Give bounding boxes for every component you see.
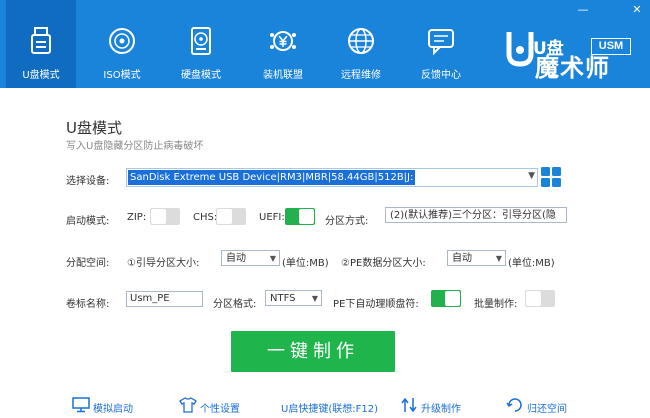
restore-space-link[interactable]: 归还空间 (506, 396, 576, 416)
yen-coin-icon (270, 31, 296, 51)
pe-size-select[interactable]: 自动 ▼ (447, 250, 506, 266)
tab-hard-disk-mode[interactable]: 硬盘模式 (166, 0, 236, 88)
uefi-label: UEFI: (259, 212, 285, 223)
partition-scheme-value: (2)(默认推荐)三个分区：引导分区(隐 (390, 210, 556, 221)
close-button[interactable]: ✕ (630, 4, 644, 16)
pe-size-unit: (单位:MB) (508, 258, 555, 269)
batch-make-label: 批量制作: (474, 299, 518, 310)
tab-label: 远程维修 (341, 70, 381, 81)
restore-icon (506, 398, 522, 412)
chs-toggle[interactable] (216, 208, 246, 225)
hard-disk-icon (191, 27, 211, 55)
tab-feedback-center[interactable]: 反馈中心 (406, 0, 476, 88)
logo-mark-icon (506, 32, 534, 67)
usb-drive-icon (31, 27, 51, 54)
chevron-down-icon: ▼ (495, 254, 502, 263)
tab-label: 硬盘模式 (181, 70, 221, 81)
batch-make-toggle[interactable] (525, 290, 555, 307)
alloc-label: 分配空间: (66, 258, 110, 269)
tab-label: ISO模式 (103, 70, 141, 81)
top-toolbar: — ✕ U盘模式 ISO模式 硬盘模式 装机联盟 远程维修 反馈中心 U盘 US… (0, 0, 650, 88)
auto-drive-letter-label: PE下自动理顺盘符: (333, 299, 419, 310)
page-title: U盘模式 (66, 119, 122, 137)
device-select-value: SanDisk Extreme USB Device|RM3|MBR|58.44… (128, 170, 416, 185)
chs-label: CHS: (193, 212, 218, 223)
shortcut-key-label: U启快捷键(联想:F12) (281, 404, 378, 415)
simulate-boot-label: 模拟启动 (93, 404, 133, 415)
tshirt-icon (179, 397, 197, 413)
device-label: 选择设备: (66, 176, 110, 187)
volume-label-label: 卷标名称: (66, 299, 110, 310)
auto-drive-letter-toggle[interactable] (431, 290, 461, 307)
tab-remote-repair[interactable]: 远程维修 (326, 0, 396, 88)
page-subtitle: 写入U盘隐藏分区防止病毒破坏 (66, 141, 204, 152)
simulate-boot-link[interactable]: 模拟启动 (72, 396, 142, 416)
one-click-make-button[interactable]: 一键制作 (231, 331, 395, 372)
volume-label-value: Usm_PE (130, 293, 170, 304)
format-value: NTFS (270, 293, 296, 304)
boot-mode-label: 启动模式: (66, 216, 110, 227)
grid-icon[interactable] (541, 167, 561, 187)
shortcut-key-link[interactable]: U启快捷键(联想:F12) (281, 396, 381, 416)
upgrade-arrows-icon (401, 397, 417, 413)
personalize-link[interactable]: 个性设置 (179, 396, 249, 416)
partition-scheme-label: 分区方式: (325, 216, 369, 227)
partition-scheme-select[interactable]: (2)(默认推荐)三个分区：引导分区(隐 (385, 207, 567, 223)
tab-label: 反馈中心 (421, 70, 461, 81)
boot-size-unit: (单位:MB) (282, 258, 329, 269)
chevron-down-icon: ▼ (528, 171, 535, 181)
tab-label: 装机联盟 (263, 70, 303, 81)
minimize-button[interactable]: — (576, 4, 590, 16)
personalize-label: 个性设置 (200, 404, 240, 415)
logo-name: 魔术师 (535, 54, 610, 82)
globe-icon (348, 28, 374, 54)
zip-label: ZIP: (127, 212, 147, 223)
zip-toggle[interactable] (150, 208, 180, 225)
boot-size-value: 自动 (226, 253, 246, 264)
restore-space-label: 归还空间 (527, 404, 567, 415)
device-select[interactable]: SanDisk Extreme USB Device|RM3|MBR|58.44… (126, 168, 538, 187)
upgrade-make-label: 升级制作 (421, 404, 461, 415)
volume-label-input[interactable]: Usm_PE (126, 291, 203, 307)
pe-size-label: ②PE数据分区大小: (341, 258, 426, 269)
tab-label: U盘模式 (22, 70, 60, 81)
format-select[interactable]: NTFS ▼ (265, 290, 322, 306)
tab-iso-mode[interactable]: ISO模式 (87, 0, 157, 88)
upgrade-make-link[interactable]: 升级制作 (400, 396, 470, 416)
chevron-down-icon: ▼ (269, 254, 276, 263)
boot-size-select[interactable]: 自动 ▼ (221, 250, 280, 266)
app-logo: U盘 USM 魔术师 (505, 22, 635, 82)
format-label: 分区格式: (213, 299, 257, 310)
tab-u-disk-mode[interactable]: U盘模式 (6, 0, 76, 88)
uefi-toggle[interactable] (285, 208, 315, 225)
monitor-icon (72, 397, 90, 413)
pe-size-value: 自动 (452, 253, 472, 264)
chat-icon (428, 29, 454, 56)
boot-size-label: ①引导分区大小: (127, 258, 200, 269)
disc-icon (109, 28, 135, 54)
tab-install-alliance[interactable]: 装机联盟 (248, 0, 318, 88)
chevron-down-icon: ▼ (311, 294, 318, 303)
